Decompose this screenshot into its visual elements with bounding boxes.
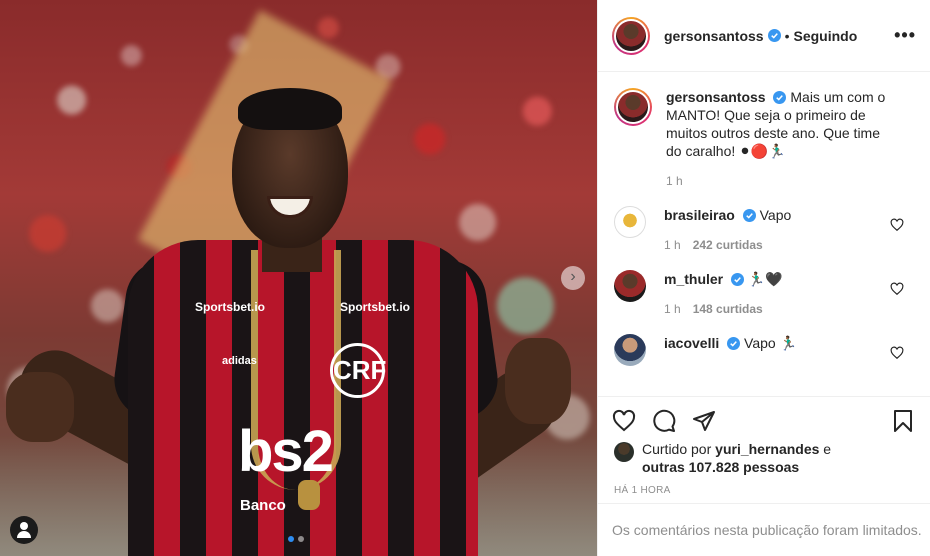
comment-time[interactable]: 1 h: [664, 238, 681, 252]
brand-text: adidas: [222, 355, 257, 367]
player-hair: [238, 88, 342, 130]
likes-prefix: Curtido por: [642, 441, 716, 457]
comment-likes[interactable]: 148 curtidas: [693, 302, 763, 316]
carousel-dot-active: [288, 536, 294, 542]
comment-text: Vapo: [759, 207, 792, 223]
likes-others[interactable]: outras 107.828 pessoas: [642, 459, 799, 475]
post-timestamp[interactable]: HÁ 1 HORA: [614, 485, 671, 496]
player-figure: Sportsbet.io Sportsbet.io adidas CRF bs2…: [0, 0, 597, 556]
comment-icon[interactable]: [652, 409, 676, 433]
more-options-icon[interactable]: •••: [894, 25, 916, 46]
verified-badge-icon: [742, 209, 756, 222]
tagged-user-icon[interactable]: [10, 516, 38, 544]
heart-icon[interactable]: [890, 282, 904, 296]
sub-sponsor-text: Banco: [240, 497, 286, 514]
comments-list[interactable]: gersonsantoss Mais um com o MANTO! Que s…: [598, 72, 930, 396]
player-left-fist: [6, 372, 74, 442]
comment-time[interactable]: 1 h: [664, 302, 681, 316]
heart-icon[interactable]: [890, 218, 904, 232]
post-header: gersonsantoss • Seguindo •••: [598, 0, 930, 72]
liker-username[interactable]: yuri_hernandes: [715, 441, 819, 457]
comment-text: Vapo 🏃🏾‍♂️: [744, 335, 798, 351]
comment-avatar[interactable]: [614, 270, 646, 302]
player-thumbs-up: [505, 338, 571, 424]
verified-badge-icon: [767, 29, 781, 42]
heart-icon[interactable]: [890, 346, 904, 360]
carousel-dot: [298, 536, 304, 542]
separator-dot: •: [784, 27, 790, 44]
comment-username[interactable]: brasileirao: [664, 207, 735, 223]
club-crest: CRF: [330, 343, 386, 398]
verified-badge-icon: [773, 91, 787, 104]
comment-item: iacovelli Vapo 🏃🏾‍♂️: [614, 334, 914, 366]
liker-avatar[interactable]: [614, 442, 634, 462]
caption-username[interactable]: gersonsantoss: [666, 89, 766, 105]
comment-avatar[interactable]: [614, 206, 646, 238]
caption: gersonsantoss Mais um com o MANTO! Que s…: [614, 88, 914, 190]
carousel-dots: [288, 536, 304, 542]
comment-item: m_thuler 🏃🏾‍♂️🖤 1 h 148 curtidas: [614, 270, 914, 318]
action-bar: [598, 396, 930, 444]
sponsor-left-text: Sportsbet.io: [195, 300, 266, 314]
bookmark-icon[interactable]: [891, 409, 915, 433]
verified-badge-icon: [731, 273, 745, 286]
comment-username[interactable]: m_thuler: [664, 271, 723, 287]
comment-text: 🏃🏾‍♂️🖤: [747, 271, 783, 287]
likes-middle: e: [819, 441, 832, 457]
post-photo[interactable]: Sportsbet.io Sportsbet.io adidas CRF bs2…: [0, 0, 597, 556]
comment-username[interactable]: iacovelli: [664, 335, 719, 351]
heart-icon[interactable]: [612, 409, 636, 433]
caption-avatar[interactable]: [614, 88, 652, 126]
carousel-next-icon[interactable]: ›: [561, 266, 585, 290]
author-username[interactable]: gersonsantoss: [664, 28, 764, 44]
comments-limited-notice: Os comentários nesta publicação foram li…: [598, 503, 930, 556]
caption-time[interactable]: 1 h: [666, 174, 683, 188]
follow-button[interactable]: Seguindo: [794, 28, 858, 44]
post-sidebar: gersonsantoss • Seguindo ••• gersonsanto…: [597, 0, 930, 556]
likes-summary: Curtido por yuri_hernandes e outras 107.…: [614, 440, 914, 476]
comment-item: brasileirao Vapo 1 h 242 curtidas: [614, 206, 914, 254]
verified-badge-icon: [727, 337, 741, 350]
share-icon[interactable]: [692, 409, 716, 433]
main-sponsor-text: bs2: [238, 419, 334, 484]
sponsor-right-text: Sportsbet.io: [340, 300, 411, 314]
author-avatar[interactable]: [612, 16, 650, 55]
comment-avatar[interactable]: [614, 334, 646, 366]
comment-likes[interactable]: 242 curtidas: [693, 238, 763, 252]
